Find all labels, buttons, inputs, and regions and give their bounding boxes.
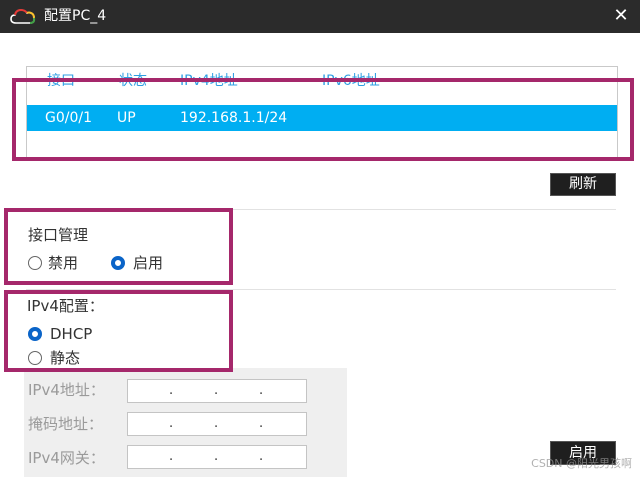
disable-radio[interactable] (28, 256, 42, 270)
window-title: 配置PC_4 (44, 8, 107, 24)
column-header-ipv4: IPv4地址 (180, 73, 238, 89)
cell-status: UP (117, 110, 136, 126)
divider (26, 209, 616, 210)
ipv4-gateway-label: IPv4网关： (28, 449, 105, 467)
cloud-icon (10, 8, 36, 29)
ipv4-address-input[interactable]: ... (127, 379, 307, 403)
static-radio-label: 静态 (50, 349, 81, 367)
ipv4-gateway-input[interactable]: ... (127, 445, 307, 469)
divider (26, 289, 616, 290)
static-ip-form: IPv4地址： ... 掩码地址： ... IPv4网关： ... (24, 368, 347, 477)
enable-radio[interactable] (111, 256, 125, 270)
cell-interface: G0/0/1 (45, 110, 93, 126)
close-icon[interactable]: ✕ (610, 5, 632, 27)
column-header-ipv6: IPv6地址 (322, 73, 380, 89)
watermark: CSDN @阳光男孩啊 (531, 457, 632, 470)
refresh-button[interactable]: 刷新 (550, 173, 616, 196)
static-radio[interactable] (28, 351, 42, 365)
mask-address-input[interactable]: ... (127, 412, 307, 436)
dhcp-radio[interactable] (28, 327, 42, 341)
highlight-box-interface-management (4, 208, 233, 285)
table-row[interactable]: G0/0/1 UP 192.168.1.1/24 (27, 105, 617, 131)
cell-ipv4: 192.168.1.1/24 (180, 110, 288, 126)
enable-radio-label: 启用 (133, 254, 164, 272)
disable-radio-label: 禁用 (48, 254, 79, 272)
interface-table: 接口 状态 IPv4地址 IPv6地址 G0/0/1 UP 192.168.1.… (26, 66, 618, 158)
dhcp-radio-label: DHCP (50, 325, 93, 343)
interface-management-label: 接口管理 (28, 226, 89, 244)
column-header-status: 状态 (119, 73, 147, 89)
title-bar: 配置PC_4 ✕ (0, 0, 640, 33)
column-header-interface: 接口 (47, 73, 75, 89)
ipv4-config-label: IPv4配置： (27, 297, 104, 315)
mask-address-label: 掩码地址： (28, 415, 104, 433)
ipv4-address-label: IPv4地址： (28, 381, 105, 399)
